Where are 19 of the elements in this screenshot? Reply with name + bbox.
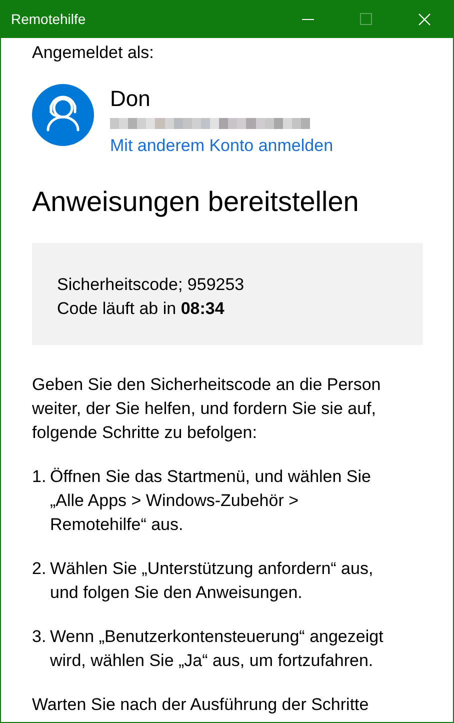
switch-account-link[interactable]: Mit anderem Konto anmelden: [110, 135, 334, 157]
step-number: 3.: [32, 626, 48, 648]
intro-text: Geben Sie den Sicherheitscode an die Person weiter, der Sie helfen, und fordern Sie sie auf, folgende Schritte zu befolgen:: [32, 374, 382, 444]
step-text: Wählen Sie „Unterstützung anfordern“ aus, und folgen Sie den Anweisungen.: [50, 558, 374, 604]
user-headset-icon: [32, 84, 94, 146]
footer-text: Warten Sie nach der Ausführung der Schritte: [32, 694, 370, 716]
step-text: Öffnen Sie das Startmenü, und wählen Sie „Alle Apps > Windows-Zubehör > Remotehilfe“ aus.: [50, 466, 372, 536]
step-text: Wenn „Benutzerkontensteuerung“ angezeigt wird, wählen Sie „Ja“ aus, um fortzufahren.: [50, 626, 384, 672]
section-heading: Anweisungen bereitstellen: [32, 185, 360, 219]
minimize-icon: [302, 18, 314, 20]
code-expiry: Code läuft ab in 08:34: [57, 298, 226, 320]
step-number: 2.: [32, 558, 48, 580]
account-name: Don: [110, 86, 152, 112]
step-number: 1.: [32, 466, 48, 488]
close-icon: [418, 12, 430, 26]
window-title: Remotehilfe: [10, 11, 87, 27]
signed-in-label: Angemeldet als:: [32, 42, 155, 64]
maximize-icon: [360, 13, 372, 25]
security-code: Sicherheitscode; 959253: [57, 274, 246, 296]
